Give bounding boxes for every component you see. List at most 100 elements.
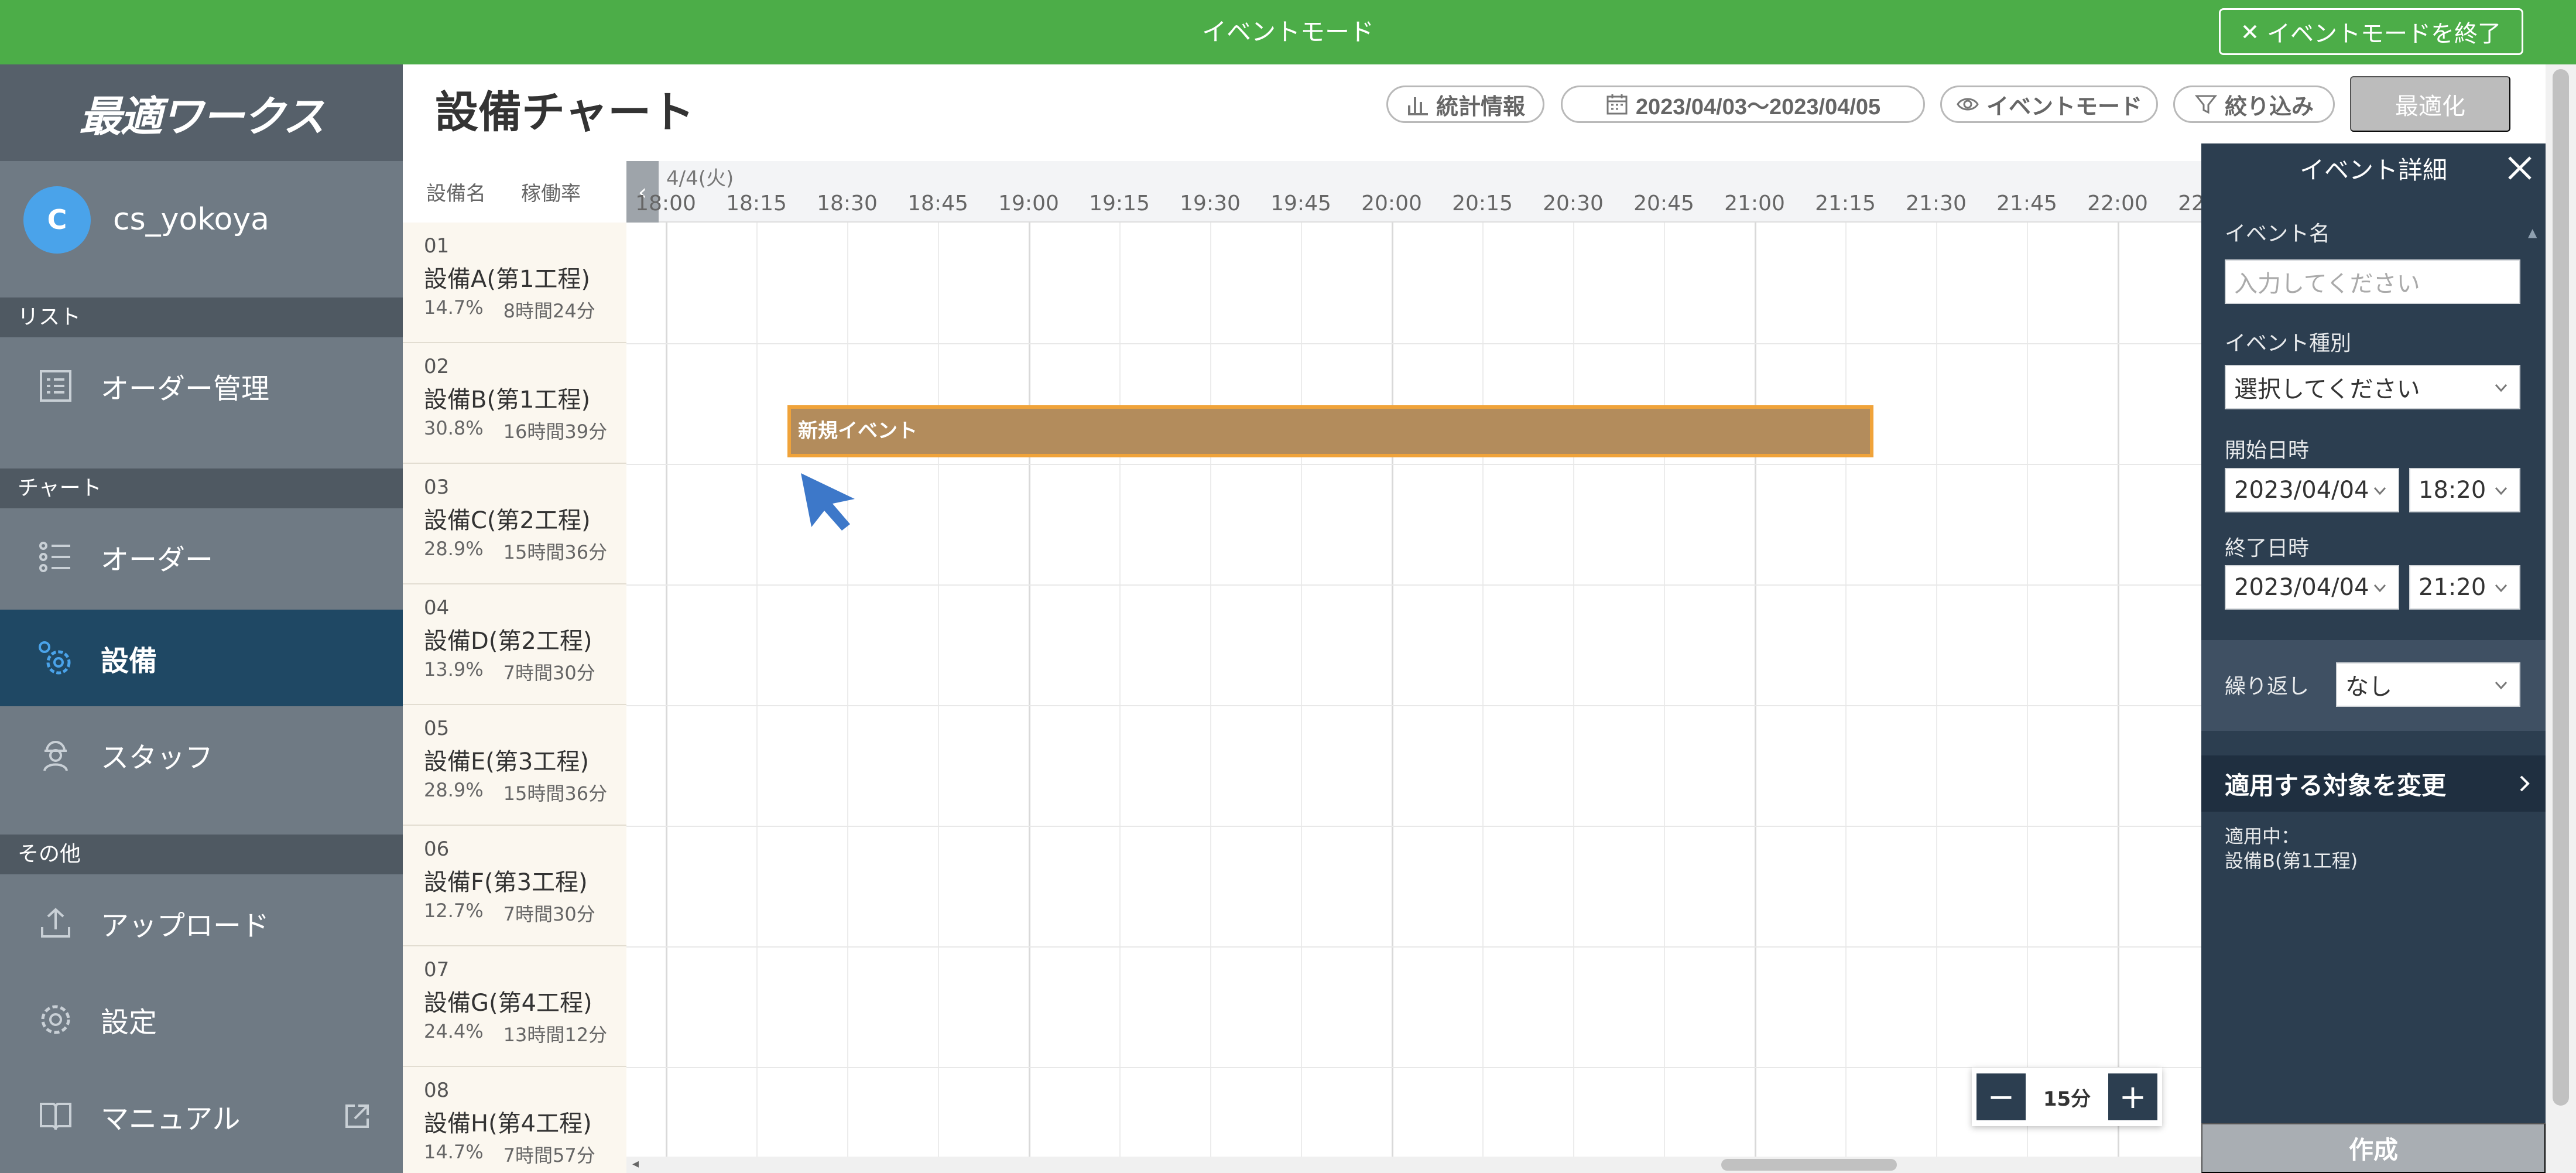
- new-event-bar[interactable]: 新規イベント: [787, 405, 1873, 457]
- equipment-row[interactable]: 08 設備H(第4工程) 14.7% 7時間57分: [403, 1067, 626, 1173]
- panel-title: イベント詳細: [2299, 156, 2447, 184]
- end-time-select[interactable]: 21:20: [2409, 565, 2520, 610]
- equipment-row[interactable]: 05 設備E(第3工程) 28.9% 15時間36分: [403, 705, 626, 826]
- time-tick-label: 18:00: [635, 191, 696, 216]
- column-header-equipment-name[interactable]: 設備名: [426, 177, 486, 206]
- equipment-row[interactable]: 04 設備D(第2工程) 13.9% 7時間30分: [403, 584, 626, 705]
- equipment-number: 03: [424, 476, 450, 499]
- equipment-number: 06: [424, 837, 450, 861]
- plus-icon: +: [2119, 1078, 2147, 1116]
- timeline-grid[interactable]: [626, 223, 2201, 1173]
- end-date-value: 2023/04/04: [2234, 574, 2369, 601]
- stats-button[interactable]: 統計情報: [1386, 86, 1544, 123]
- panel-scroll-up-icon[interactable]: ▲: [2528, 225, 2537, 240]
- time-tick-label: 19:45: [1270, 191, 1331, 216]
- grid-vertical-line: [1119, 223, 1121, 1173]
- end-time-value: 21:20: [2419, 574, 2486, 601]
- time-tick-label: 21:30: [1906, 191, 1967, 216]
- start-date-value: 2023/04/04: [2234, 477, 2369, 504]
- external-link-icon: [345, 1104, 369, 1128]
- equipment-list: 01 設備A(第1工程) 14.7% 8時間24分 02 設備B(第1工程) 30…: [403, 223, 626, 1173]
- applied-target-value: 設備B(第1工程): [2225, 850, 2358, 872]
- grid-vertical-line: [666, 223, 667, 1173]
- equipment-row[interactable]: 06 設備F(第3工程) 12.7% 7時間30分: [403, 826, 626, 946]
- vertical-scrollbar[interactable]: [2546, 64, 2576, 1173]
- sidebar-item-upload[interactable]: アップロード: [0, 874, 403, 971]
- section-label-chart: チャート: [0, 468, 403, 508]
- sidebar-item-label: 設定: [101, 1006, 157, 1039]
- date-range-button[interactable]: 2023/04/03〜2023/04/05: [1561, 86, 1925, 123]
- sidebar-item-order[interactable]: オーダー: [0, 508, 403, 605]
- logo-area[interactable]: 最適ワークス: [0, 64, 403, 161]
- end-date-select[interactable]: 2023/04/04: [2225, 565, 2399, 610]
- user-profile[interactable]: C cs_yokoya: [0, 161, 403, 278]
- grid-vertical-line: [847, 223, 848, 1173]
- repeat-select[interactable]: なし: [2336, 662, 2520, 707]
- chevron-right-icon: [2520, 775, 2530, 792]
- equipment-utilization: 28.9%: [424, 538, 484, 560]
- zoom-level: 15分: [2043, 1087, 2091, 1111]
- chevron-down-icon: [2373, 487, 2386, 495]
- time-tick-label: 18:30: [817, 191, 878, 216]
- start-date-select[interactable]: 2023/04/04: [2225, 468, 2399, 512]
- equipment-row[interactable]: 03 設備C(第2工程) 28.9% 15時間36分: [403, 464, 626, 584]
- create-event-button[interactable]: 作成: [2201, 1123, 2546, 1173]
- equipment-row[interactable]: 02 設備B(第1工程) 30.8% 16時間39分: [403, 343, 626, 464]
- sidebar-item-label: スタッフ: [101, 741, 214, 774]
- equipment-name: 設備H(第4工程): [424, 1110, 592, 1137]
- time-tick-label: 20:15: [1452, 191, 1513, 216]
- equipment-name: 設備C(第2工程): [424, 507, 591, 534]
- time-tick-label: 19:00: [998, 191, 1059, 216]
- optimize-button[interactable]: 最適化: [2350, 76, 2510, 132]
- sidebar-item-equipment[interactable]: 設備: [0, 610, 403, 706]
- equipment-time: 8時間24分: [503, 300, 595, 322]
- upload-icon: [41, 907, 70, 938]
- chevron-down-icon: [2495, 681, 2508, 690]
- grid-vertical-line: [756, 223, 758, 1173]
- applied-target-label: 適用中：: [2225, 825, 2300, 847]
- close-panel-button[interactable]: [2502, 151, 2537, 186]
- time-tick-label: 20:45: [1633, 191, 1694, 216]
- start-time-value: 18:20: [2419, 477, 2486, 504]
- staff-person-icon: [43, 740, 68, 771]
- event-name-input[interactable]: 入力してください: [2225, 259, 2520, 304]
- chevron-down-icon: [2495, 584, 2508, 593]
- sidebar-item-staff[interactable]: スタッフ: [0, 706, 403, 803]
- grid-vertical-line: [1301, 223, 1302, 1173]
- change-target-label: 適用する対象を変更: [2225, 771, 2447, 800]
- sidebar-item-order-management[interactable]: オーダー管理: [0, 337, 403, 434]
- horizontal-scroll-thumb[interactable]: [1721, 1159, 1897, 1171]
- zoom-out-button[interactable]: −: [1976, 1073, 2026, 1120]
- equipment-number: 02: [424, 355, 450, 378]
- equipment-utilization: 30.8%: [424, 417, 484, 439]
- time-tick-label: 18:15: [726, 191, 787, 216]
- column-header-utilization[interactable]: 稼働率: [521, 177, 581, 206]
- event-type-select[interactable]: 選択してください: [2225, 365, 2520, 409]
- event-mode-button[interactable]: イベントモード: [1940, 86, 2158, 123]
- equipment-utilization: 14.7%: [424, 296, 484, 319]
- zoom-in-button[interactable]: +: [2108, 1073, 2157, 1120]
- start-time-select[interactable]: 18:20: [2409, 468, 2520, 512]
- horizontal-scrollbar[interactable]: ◂: [626, 1157, 2201, 1173]
- equipment-row[interactable]: 07 設備G(第4工程) 24.4% 13時間12分: [403, 946, 626, 1067]
- filter-button[interactable]: 絞り込み: [2173, 86, 2335, 123]
- grid-row-line: [626, 584, 2201, 586]
- vertical-scroll-thumb[interactable]: [2553, 69, 2569, 1106]
- repeat-section: 繰り返し なし: [2201, 640, 2546, 731]
- grid-vertical-line: [1482, 223, 1484, 1173]
- exit-event-mode-label: イベントモードを終了: [2267, 21, 2501, 47]
- grid-vertical-line: [1845, 223, 1847, 1173]
- equipment-utilization: 13.9%: [424, 658, 484, 680]
- app-logo: 最適ワークス: [79, 92, 325, 141]
- book-icon: [40, 1102, 71, 1130]
- equipment-number: 07: [424, 958, 450, 982]
- minus-icon: −: [1987, 1078, 2015, 1116]
- sidebar-item-manual[interactable]: マニュアル: [0, 1068, 403, 1164]
- scroll-left-arrow-icon[interactable]: ◂: [632, 1157, 639, 1171]
- bar-chart-icon: [1407, 97, 1428, 115]
- equipment-row[interactable]: 01 設備A(第1工程) 14.7% 8時間24分: [403, 223, 626, 343]
- change-target-button[interactable]: 適用する対象を変更: [2201, 755, 2546, 812]
- calendar-icon: [1606, 94, 1628, 115]
- sidebar-item-settings[interactable]: 設定: [0, 971, 403, 1068]
- exit-event-mode-button[interactable]: イベントモードを終了: [2219, 8, 2523, 55]
